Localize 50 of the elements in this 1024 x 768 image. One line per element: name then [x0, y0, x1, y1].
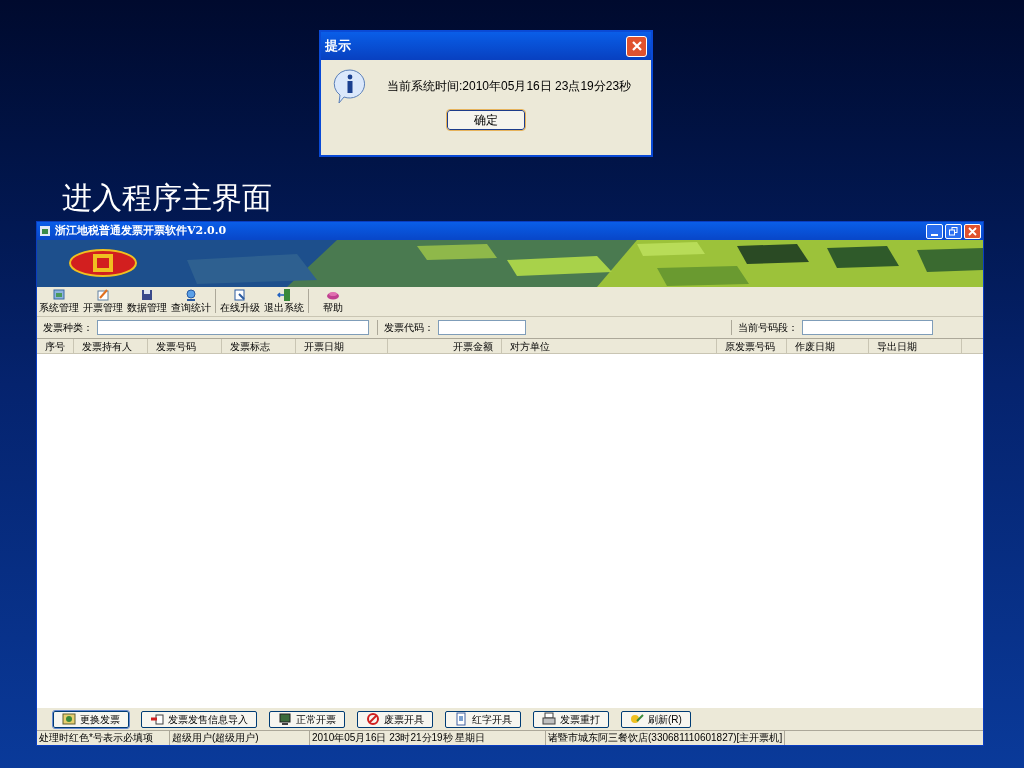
action-button[interactable]: 废票开具 — [357, 710, 433, 728]
printer-icon — [542, 712, 556, 726]
toolbar-button[interactable]: 在线升级 — [220, 288, 260, 314]
restore-button[interactable] — [945, 223, 962, 239]
field-label: 发票种类： — [43, 321, 93, 335]
info-icon — [333, 68, 367, 104]
field-label: 当前号码段： — [738, 321, 798, 335]
toolbar-button[interactable]: 查询统计 — [171, 288, 211, 314]
minimize-icon — [931, 233, 938, 236]
ok-button[interactable]: 确定 — [447, 110, 525, 130]
action-button[interactable]: 刷新(R) — [621, 710, 691, 728]
restore-icon — [949, 226, 958, 236]
action-button[interactable]: 发票重打 — [533, 710, 609, 728]
document-icon — [233, 288, 247, 302]
close-icon — [630, 40, 643, 52]
toolbar-button[interactable]: 帮助 — [323, 288, 343, 314]
toolbar-button[interactable]: 开票管理 — [83, 288, 123, 314]
prohibited-icon — [366, 712, 380, 726]
toolbar-button[interactable]: 数据管理 — [127, 288, 167, 314]
import-icon — [150, 712, 164, 726]
input-field[interactable] — [438, 320, 526, 335]
door-icon — [277, 288, 291, 302]
card-icon — [62, 712, 76, 726]
window-title: 浙江地税普通发票开票软件V2.0.0 — [55, 222, 227, 239]
status-text: 诸暨市城东阿三餐饮店(330681110601827)[主开票机] — [546, 731, 786, 745]
close-button[interactable] — [964, 223, 981, 239]
app-icon — [39, 225, 51, 237]
clipboard-icon — [454, 712, 468, 726]
action-button[interactable]: 发票发售信息导入 — [141, 710, 257, 728]
close-button[interactable] — [626, 35, 647, 57]
emblem-drawing — [69, 248, 137, 278]
field-label: 发票代码： — [384, 321, 434, 335]
monitor-icon — [52, 288, 66, 302]
minimize-button[interactable] — [926, 223, 943, 239]
input-field[interactable] — [802, 320, 933, 335]
toolbar-button[interactable]: 退出系统 — [264, 288, 304, 314]
monitor-icon — [278, 712, 292, 726]
action-button[interactable]: 红字开具 — [445, 710, 521, 728]
slide-heading: 进入程序主界面 — [62, 181, 272, 214]
action-button[interactable]: 正常开票 — [269, 710, 345, 728]
input-field[interactable] — [97, 320, 369, 335]
action-button[interactable]: 更换发票 — [53, 710, 129, 728]
dialog-message: 当前系统时间:2010年05月16日 23点19分23秒 — [387, 78, 632, 95]
close-icon — [968, 226, 977, 236]
toolbar-button[interactable]: 系统管理 — [39, 288, 79, 314]
status-text: 处理时红色*号表示必填项 — [37, 731, 170, 745]
pencil-icon — [96, 288, 110, 302]
status-text: 2010年05月16日 23时21分19秒 星期日 — [310, 731, 546, 745]
dialog-title: 提示 — [325, 37, 351, 56]
status-text: 超级用户(超级用户) — [170, 731, 310, 745]
